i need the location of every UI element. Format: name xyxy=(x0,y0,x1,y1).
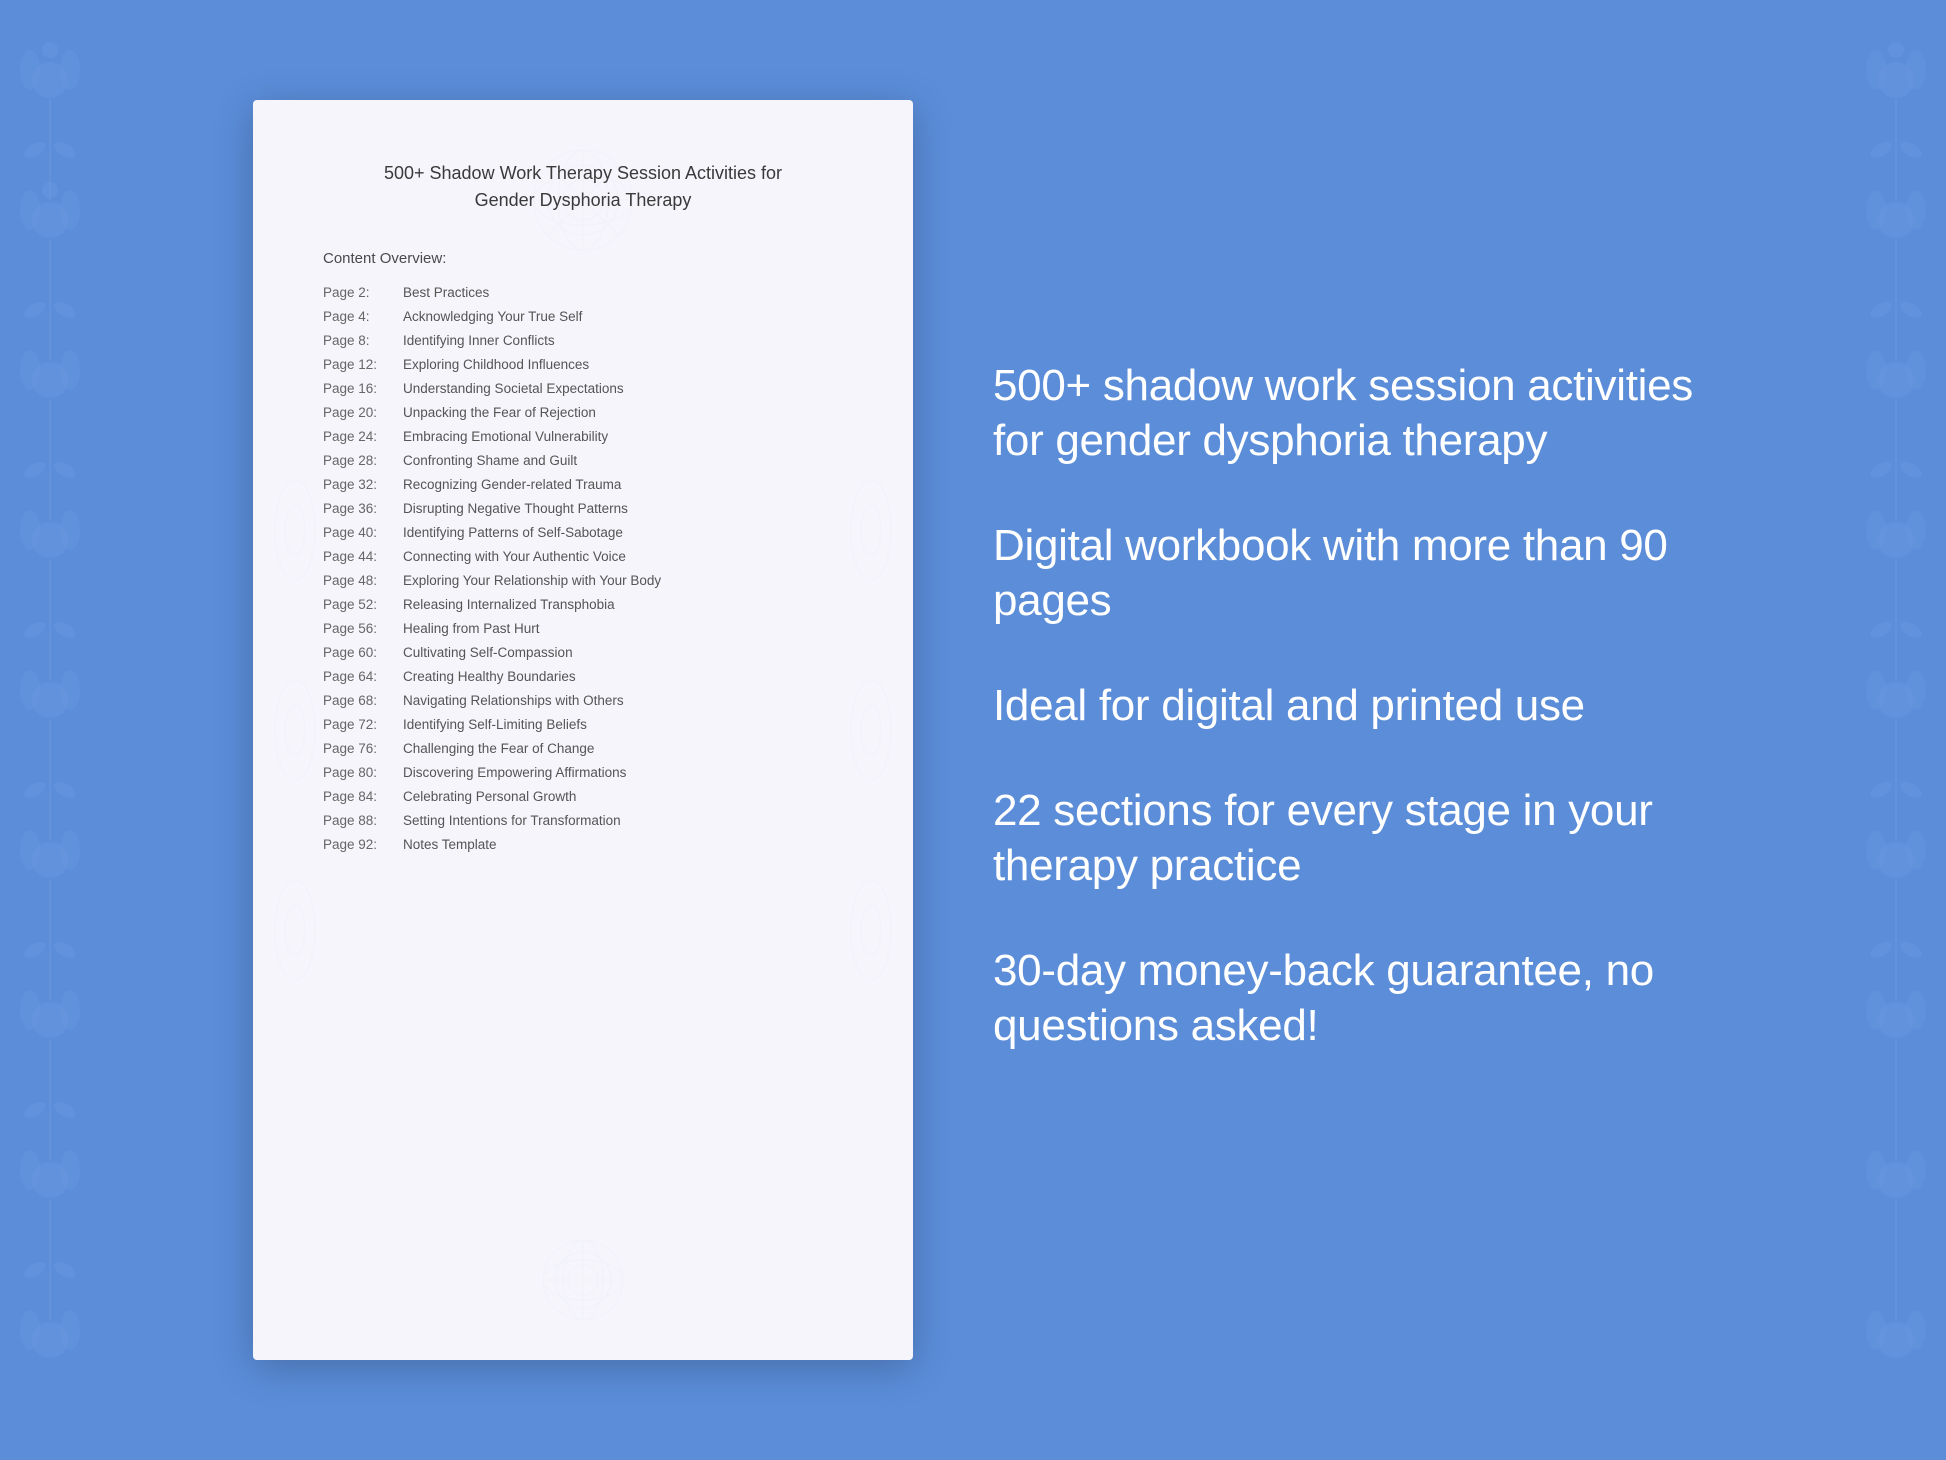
toc-section-title: Best Practices xyxy=(403,285,489,300)
document-title: 500+ Shadow Work Therapy Session Activit… xyxy=(323,160,843,214)
toc-section-title: Understanding Societal Expectations xyxy=(403,381,624,396)
watermark-side-right xyxy=(841,430,901,1030)
table-row: Page 36:Disrupting Negative Thought Patt… xyxy=(323,501,843,516)
promo-text-0: 500+ shadow work session activities for … xyxy=(993,358,1693,468)
table-row: Page 44:Connecting with Your Authentic V… xyxy=(323,549,843,564)
table-of-contents: Page 2:Best PracticesPage 4:Acknowledgin… xyxy=(323,285,843,852)
toc-page-number: Page 64: xyxy=(323,669,403,684)
toc-section-title: Navigating Relationships with Others xyxy=(403,693,624,708)
table-row: Page 92:Notes Template xyxy=(323,837,843,852)
toc-page-number: Page 76: xyxy=(323,741,403,756)
toc-page-number: Page 28: xyxy=(323,453,403,468)
table-row: Page 32:Recognizing Gender-related Traum… xyxy=(323,477,843,492)
promo-text-3: 22 sections for every stage in your ther… xyxy=(993,783,1693,893)
toc-page-number: Page 24: xyxy=(323,429,403,444)
promo-text-2: Ideal for digital and printed use xyxy=(993,678,1693,733)
toc-page-number: Page 52: xyxy=(323,597,403,612)
table-row: Page 48:Exploring Your Relationship with… xyxy=(323,573,843,588)
toc-page-number: Page 2: xyxy=(323,285,403,300)
toc-section-title: Acknowledging Your True Self xyxy=(403,309,582,324)
toc-page-number: Page 40: xyxy=(323,525,403,540)
toc-page-number: Page 4: xyxy=(323,309,403,324)
promo-item: Ideal for digital and printed use xyxy=(993,678,1693,733)
toc-section-title: Embracing Emotional Vulnerability xyxy=(403,429,608,444)
toc-section-title: Creating Healthy Boundaries xyxy=(403,669,576,684)
toc-section-title: Unpacking the Fear of Rejection xyxy=(403,405,596,420)
toc-section-title: Confronting Shame and Guilt xyxy=(403,453,577,468)
table-row: Page 84:Celebrating Personal Growth xyxy=(323,789,843,804)
table-row: Page 24:Embracing Emotional Vulnerabilit… xyxy=(323,429,843,444)
toc-page-number: Page 88: xyxy=(323,813,403,828)
table-row: Page 72:Identifying Self-Limiting Belief… xyxy=(323,717,843,732)
toc-page-number: Page 32: xyxy=(323,477,403,492)
toc-page-number: Page 48: xyxy=(323,573,403,588)
promo-section: 500+ shadow work session activities for … xyxy=(993,358,1693,1103)
toc-page-number: Page 56: xyxy=(323,621,403,636)
toc-section-title: Recognizing Gender-related Trauma xyxy=(403,477,621,492)
table-row: Page 40:Identifying Patterns of Self-Sab… xyxy=(323,525,843,540)
table-row: Page 52:Releasing Internalized Transphob… xyxy=(323,597,843,612)
toc-section-title: Healing from Past Hurt xyxy=(403,621,540,636)
main-content: 500+ Shadow Work Therapy Session Activit… xyxy=(0,0,1946,1460)
table-row: Page 2:Best Practices xyxy=(323,285,843,300)
toc-section-title: Exploring Childhood Influences xyxy=(403,357,589,372)
toc-section-title: Cultivating Self-Compassion xyxy=(403,645,573,660)
toc-section-title: Challenging the Fear of Change xyxy=(403,741,594,756)
table-row: Page 60:Cultivating Self-Compassion xyxy=(323,645,843,660)
table-row: Page 28:Confronting Shame and Guilt xyxy=(323,453,843,468)
floral-border-right xyxy=(1816,0,1946,1460)
toc-section-title: Connecting with Your Authentic Voice xyxy=(403,549,626,564)
table-row: Page 88:Setting Intentions for Transform… xyxy=(323,813,843,828)
promo-item: 500+ shadow work session activities for … xyxy=(993,358,1693,468)
promo-text-4: 30-day money-back guarantee, no question… xyxy=(993,943,1693,1053)
table-row: Page 68:Navigating Relationships with Ot… xyxy=(323,693,843,708)
toc-section-title: Exploring Your Relationship with Your Bo… xyxy=(403,573,661,588)
toc-section-title: Setting Intentions for Transformation xyxy=(403,813,621,828)
toc-section-title: Identifying Self-Limiting Beliefs xyxy=(403,717,587,732)
table-row: Page 20:Unpacking the Fear of Rejection xyxy=(323,405,843,420)
toc-page-number: Page 72: xyxy=(323,717,403,732)
watermark-side-left xyxy=(265,430,325,1030)
toc-page-number: Page 68: xyxy=(323,693,403,708)
floral-border-left xyxy=(0,0,130,1460)
promo-text-1: Digital workbook with more than 90 pages xyxy=(993,518,1693,628)
toc-page-number: Page 44: xyxy=(323,549,403,564)
toc-page-number: Page 16: xyxy=(323,381,403,396)
table-row: Page 12:Exploring Childhood Influences xyxy=(323,357,843,372)
table-row: Page 4:Acknowledging Your True Self xyxy=(323,309,843,324)
toc-page-number: Page 92: xyxy=(323,837,403,852)
toc-section-title: Identifying Patterns of Self-Sabotage xyxy=(403,525,623,540)
promo-item: 22 sections for every stage in your ther… xyxy=(993,783,1693,893)
content-overview-header: Content Overview: xyxy=(323,250,843,267)
toc-section-title: Notes Template xyxy=(403,837,497,852)
promo-item: Digital workbook with more than 90 pages xyxy=(993,518,1693,628)
toc-section-title: Discovering Empowering Affirmations xyxy=(403,765,626,780)
table-row: Page 76:Challenging the Fear of Change xyxy=(323,741,843,756)
toc-page-number: Page 84: xyxy=(323,789,403,804)
toc-page-number: Page 20: xyxy=(323,405,403,420)
table-row: Page 80:Discovering Empowering Affirmati… xyxy=(323,765,843,780)
watermark-bottom xyxy=(443,1230,723,1330)
promo-item: 30-day money-back guarantee, no question… xyxy=(993,943,1693,1053)
table-row: Page 56:Healing from Past Hurt xyxy=(323,621,843,636)
toc-page-number: Page 36: xyxy=(323,501,403,516)
toc-section-title: Disrupting Negative Thought Patterns xyxy=(403,501,628,516)
table-row: Page 16:Understanding Societal Expectati… xyxy=(323,381,843,396)
toc-section-title: Identifying Inner Conflicts xyxy=(403,333,555,348)
toc-section-title: Releasing Internalized Transphobia xyxy=(403,597,615,612)
toc-page-number: Page 12: xyxy=(323,357,403,372)
toc-page-number: Page 60: xyxy=(323,645,403,660)
document-panel: 500+ Shadow Work Therapy Session Activit… xyxy=(253,100,913,1360)
toc-page-number: Page 80: xyxy=(323,765,403,780)
table-row: Page 64:Creating Healthy Boundaries xyxy=(323,669,843,684)
toc-section-title: Celebrating Personal Growth xyxy=(403,789,576,804)
table-row: Page 8:Identifying Inner Conflicts xyxy=(323,333,843,348)
toc-page-number: Page 8: xyxy=(323,333,403,348)
